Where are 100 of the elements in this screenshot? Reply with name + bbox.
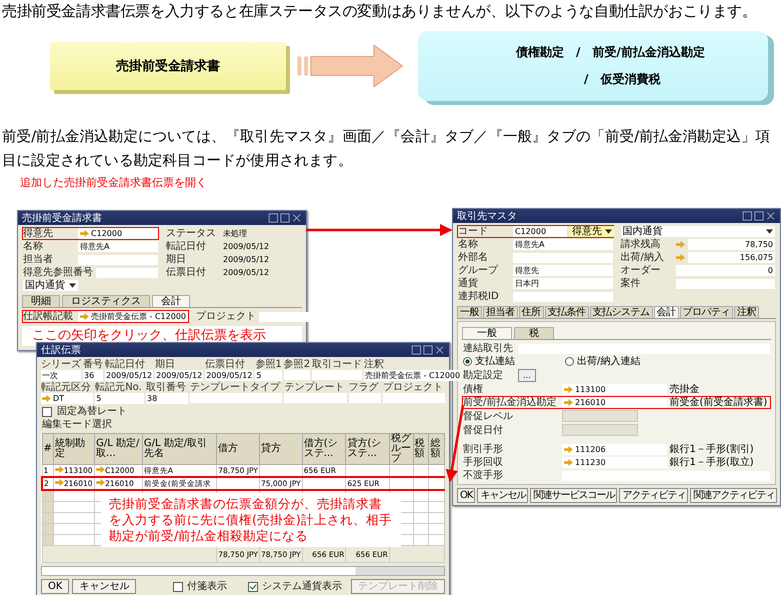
account-name: 銀行1－手形(取立)	[670, 457, 755, 468]
dropdown-caret-icon[interactable]	[69, 283, 76, 288]
dialog-button[interactable]: OK	[41, 579, 70, 594]
field-value[interactable]: 2009/05/12	[105, 370, 154, 381]
window-title: 取引先マスタ	[457, 210, 517, 222]
field-value[interactable]	[348, 393, 381, 403]
intro-text: 売掛前受金請求書伝票を入力すると在庫ステータスの変動はありませんが、以下のような自動仕訳がおこります。	[1, 1, 758, 21]
field-label: 期日	[166, 254, 187, 265]
window-controls-icon[interactable]	[742, 211, 776, 221]
field-value[interactable]: 5	[95, 393, 144, 404]
field-value: 2009/05/12	[222, 241, 270, 252]
field-label: 転記日付	[105, 359, 146, 370]
column-header: 税グループ	[389, 434, 414, 464]
column-header: 総額	[428, 434, 444, 464]
tab[interactable]: 一般	[457, 306, 482, 318]
field-value: 78,750	[688, 239, 775, 250]
tab[interactable]: 住所	[518, 306, 544, 318]
checkbox[interactable]	[173, 582, 183, 592]
field-value[interactable]: 日本円	[513, 278, 612, 289]
field-label: 勘定設定	[463, 370, 504, 381]
field-value[interactable]: 得意先A	[513, 239, 612, 250]
field-value[interactable]: 5	[255, 370, 282, 381]
field-value[interactable]	[284, 393, 347, 403]
field-value[interactable]: 売掛前受金伝票 - C12000	[364, 370, 462, 381]
table-cell	[413, 477, 429, 490]
field-value[interactable]: 2009/05/12	[205, 370, 254, 381]
field-value[interactable]	[284, 370, 310, 380]
tab[interactable]: プロパティ	[680, 306, 733, 318]
field-value: 2009/05/12	[222, 254, 270, 265]
window-title: 売掛前受金請求書	[22, 212, 102, 224]
column-header: 借方(システ...	[302, 434, 346, 464]
field-label: プロジェクト	[196, 311, 256, 322]
currency-dropdown[interactable]: 国内通貨	[620, 226, 775, 237]
field-value[interactable]	[190, 393, 282, 403]
field-value[interactable]: 得意先	[513, 265, 612, 276]
tab[interactable]: 担当者	[483, 306, 518, 318]
right-arrow-icon	[296, 45, 404, 87]
table-cell	[389, 477, 414, 490]
radio-option[interactable]: 支払連結	[463, 356, 515, 367]
dialog-button[interactable]: OK	[457, 488, 476, 503]
dialog-button[interactable]: キャンセル	[72, 579, 136, 594]
currency-dropdown[interactable]: 国内通貨	[23, 280, 78, 291]
column-header: 貸方(システ...	[346, 434, 390, 464]
field-value[interactable]: 2009/05/12	[155, 370, 204, 381]
tab[interactable]: 注釈	[734, 306, 759, 318]
dialog-button[interactable]: アクティビティ	[619, 488, 688, 503]
account-name: 銀行1－手形(割引)	[670, 444, 755, 455]
mode-label: 編集モード選択	[42, 419, 112, 430]
field-label: 転記日付	[166, 241, 207, 252]
browse-button[interactable]: ...	[518, 369, 536, 382]
field-value[interactable]	[96, 268, 158, 278]
dialog-button[interactable]: キャンセル	[477, 488, 528, 503]
radio-option[interactable]: 出荷/納入連結	[565, 356, 640, 367]
link-arrow-icon[interactable]	[42, 395, 51, 402]
source-document-box: 売掛前受金請求書	[50, 42, 286, 90]
window-controls-icon[interactable]	[411, 345, 445, 355]
column-header: G/L 勘定/取引先名	[142, 434, 217, 464]
field-label: 督促日付	[463, 424, 504, 436]
field-label: 伝票日付	[166, 267, 207, 278]
field-label: 連結取引先	[463, 343, 514, 354]
table-cell	[428, 477, 444, 490]
field-label: シリーズ	[41, 359, 81, 370]
field-label: テンプレート	[284, 382, 346, 393]
field-value[interactable]	[382, 393, 446, 403]
tab[interactable]: 一般	[462, 327, 512, 339]
field-value[interactable]: 一次	[41, 370, 81, 381]
account-code-field[interactable]: 113100	[562, 384, 666, 395]
field-value[interactable]: 得意先A	[78, 241, 158, 252]
tab[interactable]: 支払条件	[544, 306, 588, 318]
account-code-field[interactable]: 111206	[562, 444, 666, 455]
field-value[interactable]: 36	[83, 370, 103, 381]
tab[interactable]: ロジスティクス	[62, 295, 150, 307]
field-label: 期日	[155, 359, 176, 370]
column-header: #	[42, 434, 54, 464]
field-value[interactable]	[78, 254, 158, 264]
field-label: 不渡手形	[463, 470, 504, 481]
field-value: 0	[676, 265, 775, 276]
field-value[interactable]	[312, 370, 362, 380]
dialog-button[interactable]: 関連サービスコール	[530, 488, 618, 503]
dialog-button[interactable]: 関連アクティビティ	[690, 488, 778, 503]
tab[interactable]: 税	[514, 327, 554, 339]
tab[interactable]: 会計	[152, 295, 190, 307]
field-value[interactable]	[513, 292, 612, 302]
step-caption: 追加した売掛前受金請求書伝票を開く	[20, 175, 208, 190]
checkbox-label: システム通貨表示	[262, 581, 342, 592]
checkbox[interactable]	[248, 582, 258, 592]
checkbox[interactable]	[42, 406, 52, 416]
tab[interactable]: 支払システム	[590, 306, 652, 318]
field-value[interactable]: DT	[41, 393, 94, 404]
horizontal-scrollbar[interactable]	[41, 566, 445, 576]
dropdown-caret-icon[interactable]	[766, 229, 773, 234]
window-controls-icon[interactable]	[268, 213, 302, 223]
column-header: 税額	[413, 434, 429, 464]
field-label: プロジェクト	[382, 382, 444, 393]
tab[interactable]: 会計	[654, 306, 678, 318]
account-code-field[interactable]: 111230	[562, 457, 666, 468]
field-value[interactable]	[513, 252, 612, 262]
tab[interactable]: 明細	[22, 295, 60, 307]
field-label: 担当者	[23, 254, 54, 265]
field-value[interactable]: 38	[146, 393, 188, 404]
